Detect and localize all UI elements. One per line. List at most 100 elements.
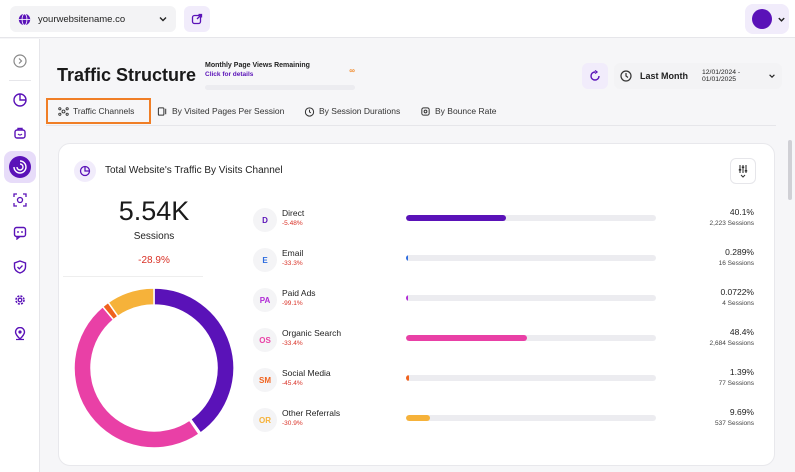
sidebar-item-users[interactable] [6,119,34,147]
tab-label: By Bounce Rate [435,106,497,116]
sidebar-item-focus[interactable] [6,186,34,214]
user-menu-button[interactable] [745,4,789,34]
channel-name: Organic Search [282,328,342,338]
sidebar-item-settings[interactable] [6,286,34,314]
quota-value: ∞ [349,66,355,75]
channel-delta: -33.4% [282,340,303,347]
tab-label: Traffic Channels [73,106,135,116]
external-link-icon [191,13,203,25]
tab-visited-pages[interactable]: By Visited Pages Per Session [157,98,284,124]
channel-percent: 1.39% [729,367,754,377]
donut-slice-or[interactable] [107,287,155,318]
sidebar-item-security[interactable] [6,253,34,281]
channel-name: Other Referrals [282,408,341,418]
channel-percent: 48.4% [729,327,754,337]
channel-badge: E [253,248,277,272]
channel-share-fill [406,375,410,381]
sidebar [0,39,40,472]
chevron-down-icon [159,17,167,22]
channel-share-fill [406,335,527,341]
channel-delta: -99.1% [282,300,303,307]
chevron-down-icon [778,17,785,22]
scrollbar[interactable] [788,140,792,200]
tabs-divider [46,125,776,126]
channel-badge: PA [253,288,277,312]
channels-icon [58,106,69,116]
channel-percent: 9.69% [729,407,754,417]
total-sessions-label: Sessions [133,231,175,242]
sidebar-item-chat[interactable] [6,219,34,247]
channel-sessions: 2,684 Sessions [709,340,754,347]
globe-icon [18,12,31,26]
tab-session-durations[interactable]: By Session Durations [304,98,400,124]
users-icon [14,127,26,139]
location-icon [14,327,26,341]
donut-slice-os[interactable] [73,305,201,449]
channel-delta: -5.48% [282,220,303,227]
clock-icon [620,70,632,82]
channel-badge: SM [253,368,277,392]
channel-row: SM Social Media -45.4% 1.39% 77 Sessions [249,367,769,398]
channel-sessions: 4 Sessions [722,300,754,307]
total-sessions-delta: -28.9% [138,255,170,266]
bounce-icon [421,106,430,116]
channel-share-bar [406,375,656,381]
channel-share-bar [406,215,656,221]
stat-divider [63,276,203,277]
channel-delta: -33.3% [282,260,303,267]
tab-label: By Visited Pages Per Session [172,106,285,116]
channel-share-fill [406,295,408,301]
chart-settings-button[interactable] [730,158,756,184]
top-bar: yourwebsitename.co [0,0,795,38]
refresh-button[interactable] [582,63,608,89]
website-selector[interactable]: yourwebsitename.co [10,6,176,32]
card-title: Total Website's Traffic By Visits Channe… [105,165,283,176]
page-views-quota: Monthly Page Views Remaining Click for d… [205,62,355,90]
shield-icon [13,260,27,274]
total-sessions-value: 5.54K [118,196,190,226]
refresh-icon [590,70,600,81]
channel-share-bar [406,255,656,261]
channel-share-bar [406,415,656,421]
channel-share-fill [406,415,431,421]
timer-icon [304,106,315,117]
channel-name: Social Media [282,368,331,378]
channel-sessions: 77 Sessions [718,380,754,387]
channel-sessions: 16 Sessions [718,260,754,267]
channel-delta: -45.4% [282,380,303,387]
quota-progress-bar [205,85,355,90]
quota-details-link[interactable]: Click for details [205,71,355,78]
channel-row: OS Organic Search -33.4% 48.4% 2,684 Session… [249,327,769,358]
sidebar-item-dashboard[interactable] [6,86,34,114]
tab-bounce-rate[interactable]: By Bounce Rate [420,98,496,124]
pie-chart-icon [79,165,91,177]
traffic-structure-icon [13,160,27,174]
channel-row: E Email -33.3% 0.289% 16 Sessions [249,247,769,278]
sidebar-divider [9,80,31,81]
sidebar-item-collapse[interactable] [6,47,34,75]
tab-traffic-channels[interactable]: Traffic Channels [46,98,151,124]
channel-share-bar [406,295,656,301]
date-range-selector[interactable]: Last Month 12/01/2024 - 01/01/2025 [614,63,782,89]
channel-share-bar [406,335,656,341]
website-name: yourwebsitename.co [38,13,126,25]
channel-row: OR Other Referrals -30.9% 9.69% 537 Sessions [249,407,769,438]
focus-target-icon [13,193,27,207]
date-range-text: 12/01/2024 - 01/01/2025 [702,69,741,83]
sidebar-item-traffic-structure[interactable] [4,151,36,183]
dashboard-icon [13,93,27,107]
donut-slice-d[interactable] [153,287,235,435]
channel-row: PA Paid Ads -99.1% 0.0722% 4 Sessions [249,287,769,318]
channel-name: Direct [282,208,305,218]
tab-label: By Session Durations [319,106,401,116]
channel-badge: OR [253,408,277,432]
avatar [752,9,772,29]
sidebar-item-location[interactable] [6,320,34,348]
channel-percent: 0.289% [725,247,754,257]
open-website-button[interactable] [184,6,210,32]
channel-percent: 0.0722% [720,287,754,297]
channel-share-fill [406,255,408,261]
date-preset-label: Last Month [640,71,688,81]
traffic-channels-card: Total Website's Traffic By Visits Channe… [58,143,775,466]
channel-percent: 40.1% [729,207,754,217]
